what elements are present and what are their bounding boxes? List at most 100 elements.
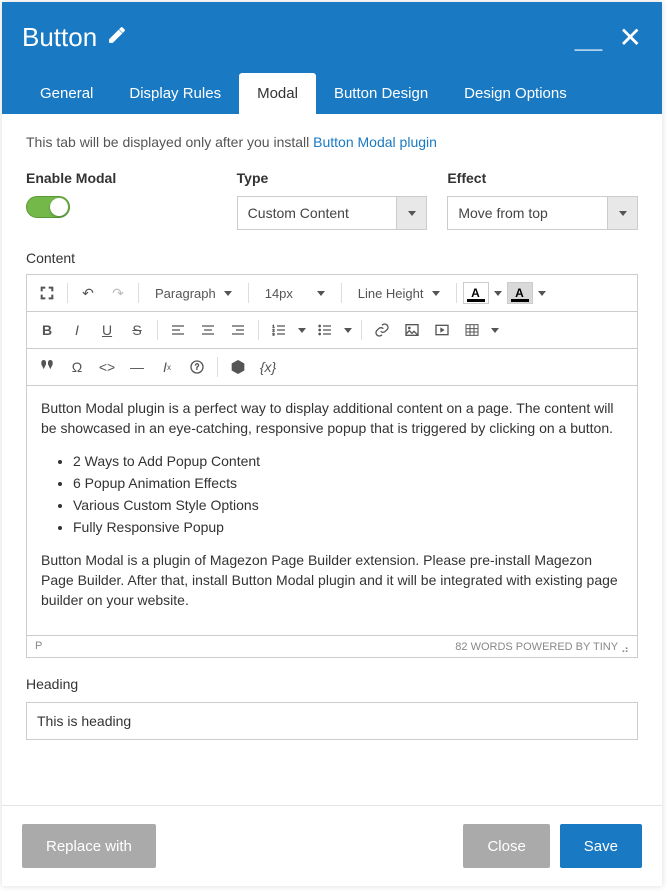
image-icon[interactable] — [398, 316, 426, 344]
field-type: Type Custom Content — [237, 170, 428, 230]
special-char-icon[interactable]: Ω — [63, 353, 91, 381]
separator — [456, 283, 457, 303]
close-button[interactable]: Close — [463, 824, 549, 868]
widget-icon[interactable] — [224, 353, 252, 381]
chevron-down-icon — [224, 291, 232, 296]
body: This tab will be displayed only after yo… — [2, 114, 662, 805]
separator — [217, 357, 218, 377]
save-button[interactable]: Save — [560, 824, 642, 868]
tab-design-options[interactable]: Design Options — [446, 73, 585, 114]
content-list: 2 Ways to Add Popup Content 6 Popup Anim… — [73, 451, 623, 538]
source-code-icon[interactable]: <> — [93, 353, 121, 381]
lineheight-select[interactable]: Line Height — [348, 279, 450, 307]
notice-text: This tab will be displayed only after yo… — [26, 134, 313, 150]
redo-icon[interactable]: ↷ — [104, 279, 132, 307]
enable-modal-label: Enable Modal — [26, 170, 217, 186]
media-icon[interactable] — [428, 316, 456, 344]
enable-modal-toggle[interactable] — [26, 196, 70, 218]
chevron-down-icon — [619, 211, 627, 216]
effect-select[interactable]: Move from top — [447, 196, 638, 230]
content-li3: Various Custom Style Options — [73, 495, 623, 515]
chevron-down-icon — [494, 291, 502, 296]
undo-icon[interactable]: ↶ — [74, 279, 102, 307]
help-icon[interactable]: ? — [183, 353, 211, 381]
text-color-dropdown[interactable] — [491, 279, 505, 307]
content-li2: 6 Popup Animation Effects — [73, 473, 623, 493]
plugin-link[interactable]: Button Modal plugin — [313, 134, 437, 150]
close-icon[interactable]: ✕ — [619, 24, 642, 52]
table-dropdown[interactable] — [488, 316, 502, 344]
tab-display-rules[interactable]: Display Rules — [111, 73, 239, 114]
format-select[interactable]: Paragraph — [145, 279, 242, 307]
separator — [157, 320, 158, 340]
toolbar-rows: ↶ ↷ Paragraph 14px Line Height A A B — [27, 275, 637, 386]
tab-modal[interactable]: Modal — [239, 73, 316, 114]
content-paragraph2: Button Modal is a plugin of Magezon Page… — [41, 550, 623, 611]
svg-text:?: ? — [195, 363, 200, 372]
bullet-list-icon[interactable] — [311, 316, 339, 344]
lineheight-value: Line Height — [358, 286, 424, 301]
strike-icon[interactable]: S — [123, 316, 151, 344]
bullet-list-dropdown[interactable] — [341, 316, 355, 344]
separator — [341, 283, 342, 303]
bold-icon[interactable]: B — [33, 316, 61, 344]
tab-general[interactable]: General — [22, 73, 111, 114]
field-effect: Effect Move from top — [447, 170, 638, 230]
title-left: Button — [22, 22, 127, 53]
italic-icon[interactable]: I — [63, 316, 91, 344]
link-icon[interactable] — [368, 316, 396, 344]
type-dropdown-button[interactable] — [397, 196, 427, 230]
editor-body[interactable]: Button Modal plugin is a perfect way to … — [27, 386, 637, 635]
bg-color-button[interactable]: A — [507, 282, 533, 304]
format-value: Paragraph — [155, 286, 216, 301]
chevron-down-icon — [408, 211, 416, 216]
table-icon[interactable] — [458, 316, 486, 344]
numbered-list-dropdown[interactable] — [295, 316, 309, 344]
underline-icon[interactable]: U — [93, 316, 121, 344]
align-center-icon[interactable] — [194, 316, 222, 344]
field-enable-modal: Enable Modal — [26, 170, 217, 230]
bg-color-dropdown[interactable] — [535, 279, 549, 307]
effect-dropdown-button[interactable] — [608, 196, 638, 230]
hr-icon[interactable]: — — [123, 353, 151, 381]
align-left-icon[interactable] — [164, 316, 192, 344]
content-paragraph1: Button Modal plugin is a perfect way to … — [41, 398, 623, 439]
chevron-down-icon — [344, 328, 352, 333]
text-color-button[interactable]: A — [463, 282, 489, 304]
replace-with-button[interactable]: Replace with — [22, 824, 156, 868]
resize-handle-icon[interactable]: ⣠ — [621, 641, 629, 653]
align-right-icon[interactable] — [224, 316, 252, 344]
type-select[interactable]: Custom Content — [237, 196, 428, 230]
separator — [248, 283, 249, 303]
chevron-down-icon — [298, 328, 306, 333]
numbered-list-icon[interactable]: 123 — [265, 316, 293, 344]
toolbar-row1: ↶ ↷ Paragraph 14px Line Height A A — [27, 275, 637, 312]
variable-icon[interactable]: {x} — [254, 353, 282, 381]
toggle-knob — [50, 198, 68, 216]
tabs: General Display Rules Modal Button Desig… — [22, 73, 642, 114]
find-icon[interactable] — [33, 353, 61, 381]
editor-statusbar: P 82 WORDS POWERED BY TINY ⣠ — [27, 635, 637, 657]
separator — [67, 283, 68, 303]
settings-row: Enable Modal Type Custom Content Effect … — [26, 170, 638, 230]
edit-icon[interactable] — [107, 25, 127, 50]
fullscreen-icon[interactable] — [33, 279, 61, 307]
status-words: 82 WORDS POWERED BY TINY ⣠ — [455, 640, 629, 653]
separator — [361, 320, 362, 340]
heading-input[interactable] — [26, 702, 638, 740]
type-value: Custom Content — [237, 196, 398, 230]
tab-button-design[interactable]: Button Design — [316, 73, 446, 114]
toolbar-row2: B I U S 123 — [27, 312, 637, 349]
clear-format-icon[interactable]: Ix — [153, 353, 181, 381]
minimize-icon[interactable]: ＿ — [575, 24, 603, 52]
window-controls: ＿ ✕ — [575, 24, 642, 52]
fontsize-select[interactable]: 14px — [255, 279, 335, 307]
svg-text:3: 3 — [272, 331, 275, 336]
header: Button ＿ ✕ General Display Rules Modal B… — [2, 2, 662, 114]
type-label: Type — [237, 170, 428, 186]
footer: Replace with Close Save — [2, 805, 662, 886]
status-path[interactable]: P — [35, 640, 42, 653]
toolbar-row3: Ω <> — Ix ? {x} — [27, 349, 637, 386]
effect-label: Effect — [447, 170, 638, 186]
effect-value: Move from top — [447, 196, 608, 230]
